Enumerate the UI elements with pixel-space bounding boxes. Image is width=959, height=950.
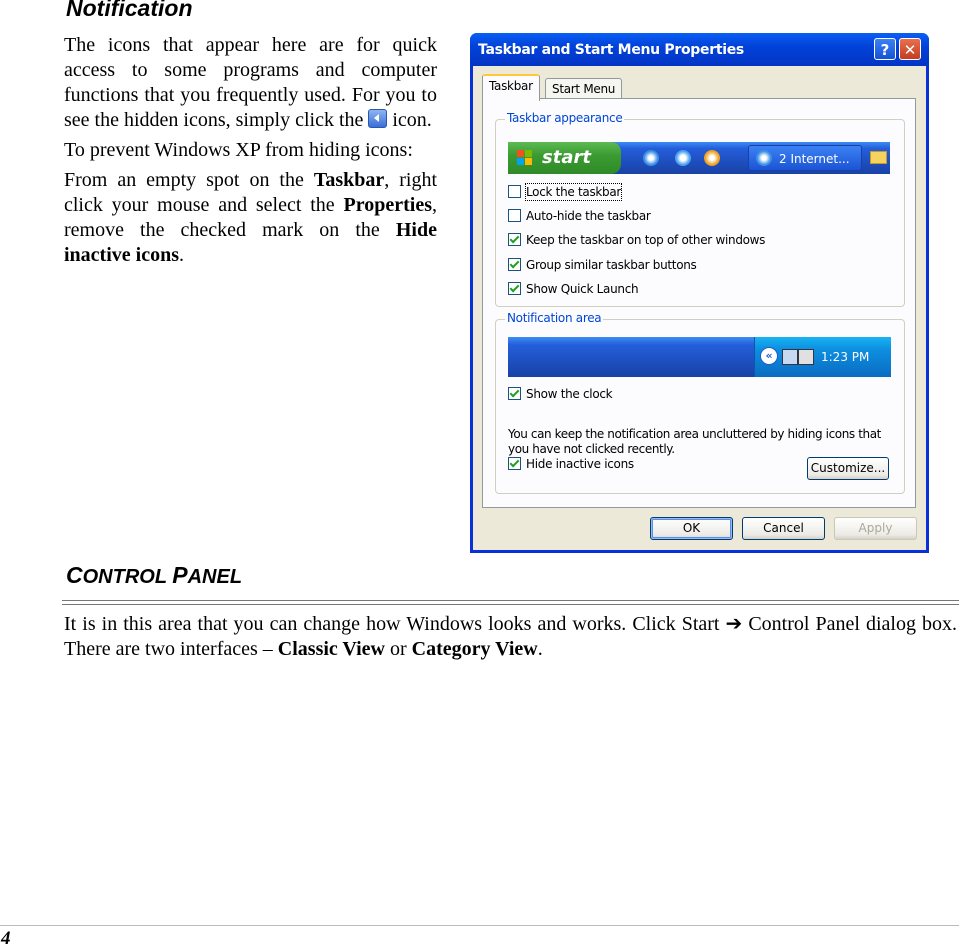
- start-button-preview: start: [508, 142, 621, 174]
- taskbar-properties-dialog: Taskbar and Start Menu Properties ? ✕ Ta…: [470, 33, 929, 553]
- arrow-icon: ➔: [725, 611, 743, 635]
- heading-rest-1: ONTROL: [82, 566, 173, 588]
- outlook-express-icon: [675, 150, 691, 166]
- group-buttons-checkbox[interactable]: [508, 258, 521, 271]
- notification-paragraph-1: The icons that appear here are for quick…: [64, 33, 437, 133]
- help-button[interactable]: ?: [874, 38, 896, 60]
- apply-button[interactable]: Apply: [834, 517, 917, 540]
- dialog-title: Taskbar and Start Menu Properties: [478, 42, 744, 58]
- p3-bold-properties: Properties: [343, 194, 433, 216]
- task-button-label: 2 Internet...: [779, 152, 850, 166]
- close-button[interactable]: ✕: [899, 38, 921, 60]
- control-panel-body: It is in this area that you can change h…: [64, 611, 957, 662]
- notification-body: The icons that appear here are for quick…: [64, 33, 437, 273]
- taskbar-appearance-group: Taskbar appearance start 2 Internet... L…: [495, 111, 905, 307]
- start-label: start: [542, 147, 591, 168]
- heading-rest-2: ANEL: [187, 566, 243, 588]
- internet-explorer-icon: [643, 150, 659, 166]
- footer-divider: [0, 925, 959, 926]
- ok-button[interactable]: OK: [650, 517, 733, 540]
- cp-text: It is in this area that you can change h…: [64, 613, 726, 635]
- media-player-icon: [704, 150, 720, 166]
- network-icon: [782, 349, 798, 365]
- show-clock-checkbox[interactable]: [508, 387, 521, 400]
- taskbar-preview: start 2 Internet...: [508, 142, 890, 174]
- section-divider: [62, 600, 959, 605]
- p1-text-end: icon.: [387, 109, 432, 131]
- hide-inactive-checkbox[interactable]: [508, 457, 521, 470]
- customize-button[interactable]: Customize...: [807, 457, 889, 480]
- quick-launch-label: Show Quick Launch: [526, 282, 639, 296]
- cp-bold-classic-view: Classic View: [277, 638, 385, 660]
- p3-text: From an empty spot on the: [64, 169, 314, 191]
- hide-inactive-label: Hide inactive icons: [526, 457, 634, 471]
- auto-hide-label: Auto-hide the taskbar: [526, 209, 651, 223]
- notification-area-label: Notification area: [505, 311, 604, 325]
- tab-start-menu[interactable]: Start Menu: [545, 78, 623, 99]
- notification-paragraph-2: To prevent Windows XP from hiding icons:: [64, 139, 413, 161]
- clock-preview: 1:23 PM: [821, 350, 870, 364]
- taskbar-appearance-label: Taskbar appearance: [505, 111, 625, 125]
- cp-text: or: [385, 638, 412, 660]
- show-hidden-icons-icon: [368, 109, 388, 128]
- notification-paragraph-3: From an empty spot on the Taskbar, right…: [64, 168, 437, 268]
- control-panel-heading: CONTROL PANEL: [66, 562, 242, 589]
- tray-preview: « 1:23 PM: [508, 337, 891, 377]
- ie-task-icon: [756, 150, 772, 166]
- notification-tray: « 1:23 PM: [754, 337, 891, 377]
- folder-icon: [870, 151, 887, 164]
- cancel-button[interactable]: Cancel: [742, 517, 825, 540]
- internet-task-button: 2 Internet...: [748, 145, 862, 171]
- group-buttons-label: Group similar taskbar buttons: [526, 258, 697, 272]
- auto-hide-checkbox[interactable]: [508, 209, 521, 222]
- tab-panel: Taskbar appearance start 2 Internet... L…: [482, 98, 916, 508]
- quick-launch-checkbox[interactable]: [508, 282, 521, 295]
- lock-taskbar-checkbox[interactable]: [508, 185, 521, 198]
- dialog-titlebar[interactable]: Taskbar and Start Menu Properties ? ✕: [470, 33, 929, 66]
- tab-taskbar[interactable]: Taskbar: [482, 74, 540, 101]
- keep-on-top-label: Keep the taskbar on top of other windows: [526, 233, 766, 247]
- p3-text: .: [179, 244, 184, 266]
- p3-bold-taskbar: Taskbar: [313, 169, 385, 191]
- cp-bold-category-view: Category View: [411, 638, 538, 660]
- cp-text: .: [537, 638, 543, 660]
- show-clock-label: Show the clock: [526, 387, 613, 401]
- keep-on-top-checkbox[interactable]: [508, 233, 521, 246]
- lock-taskbar-label: Lock the taskbar: [524, 183, 623, 201]
- printer-icon: [798, 349, 814, 365]
- windows-flag-icon: [517, 150, 533, 166]
- show-hidden-chevron-icon: «: [760, 347, 778, 365]
- heading-initial-p: P: [172, 562, 188, 588]
- notification-area-group: Notification area « 1:23 PM Show the clo…: [495, 311, 905, 494]
- page-number: 4: [1, 928, 11, 949]
- notification-hint: You can keep the notification area unclu…: [508, 427, 881, 456]
- dialog-client: Taskbar Start Menu Taskbar appearance st…: [473, 66, 926, 550]
- notification-heading: Notification: [66, 0, 193, 21]
- heading-initial-c: C: [66, 562, 83, 588]
